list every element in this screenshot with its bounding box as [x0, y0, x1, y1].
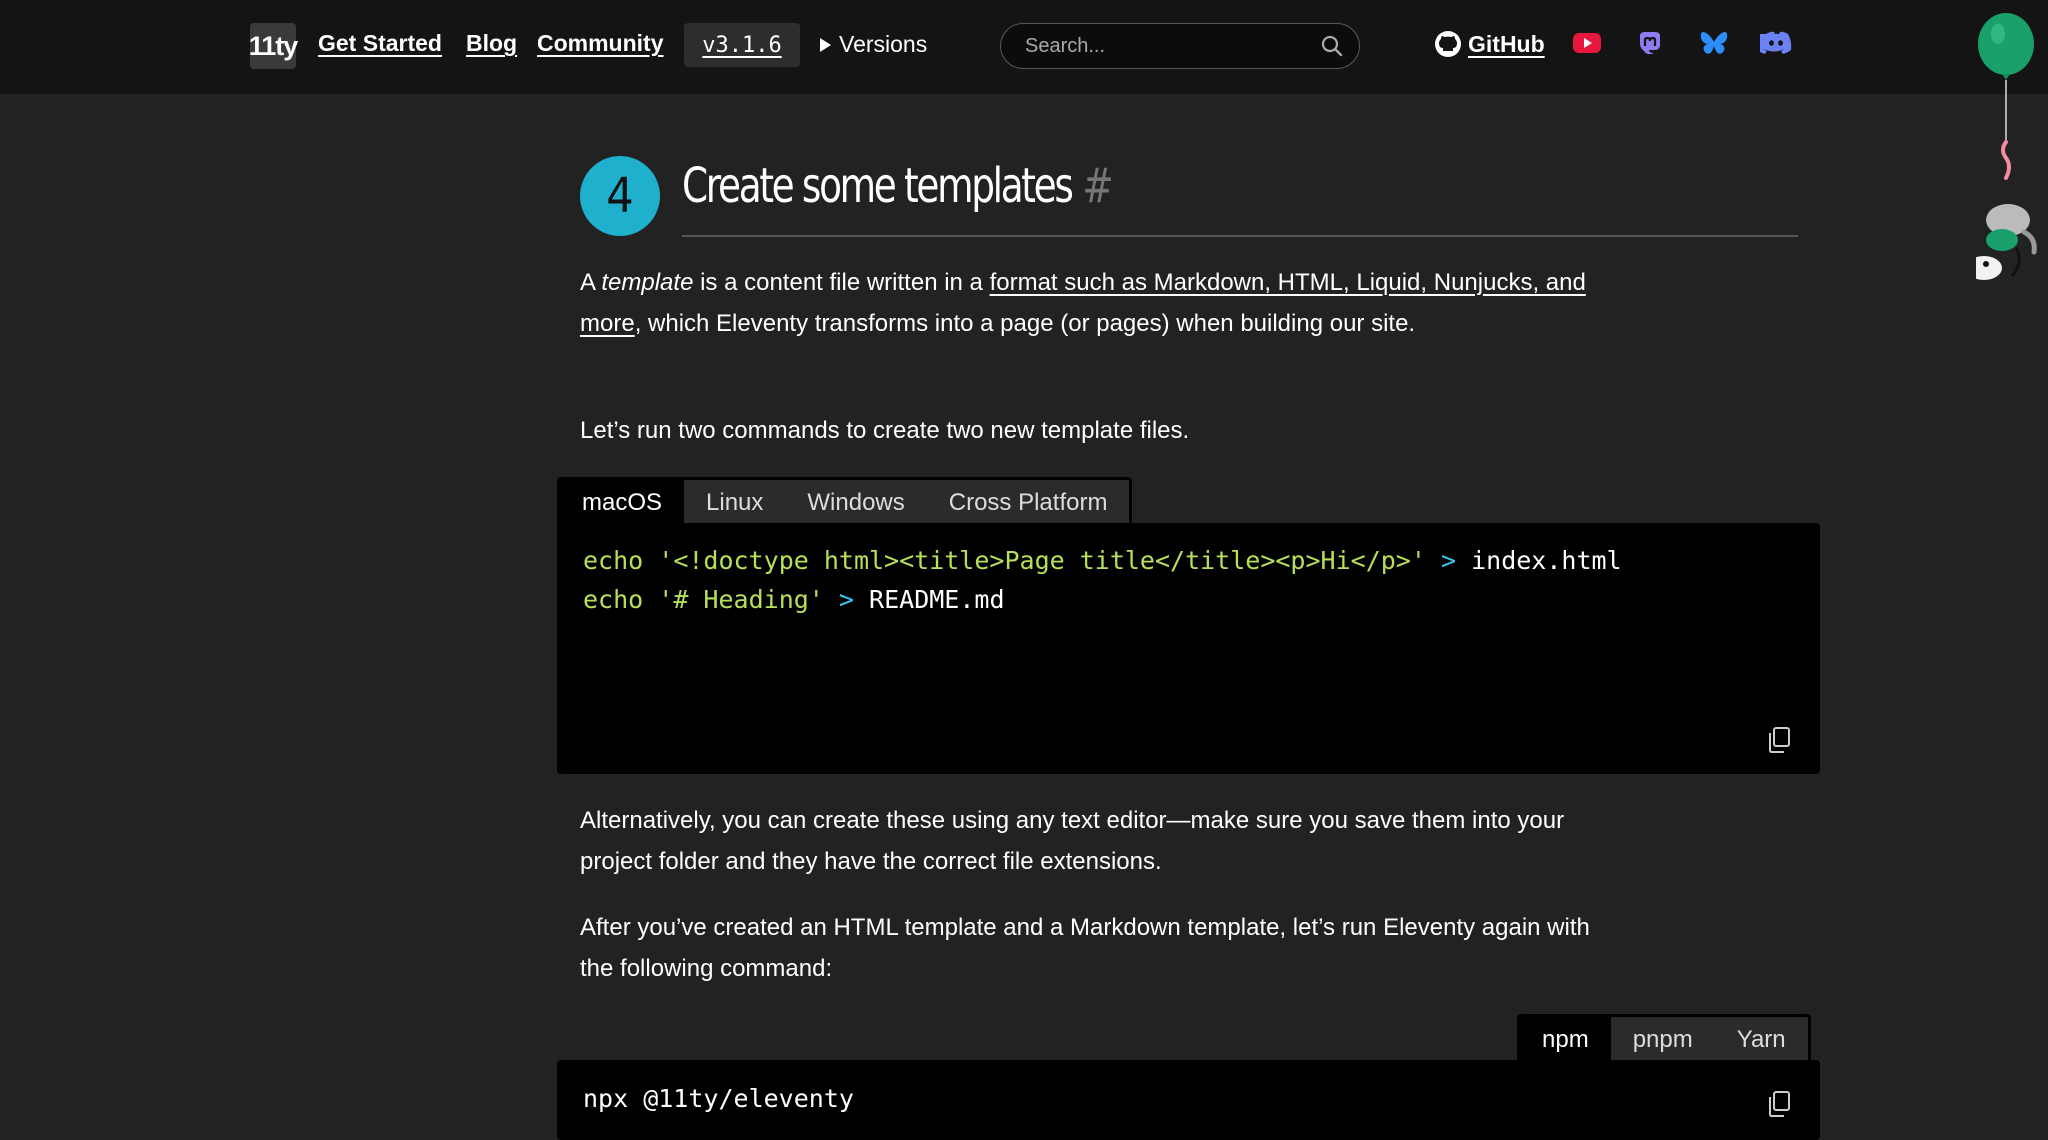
github-label: GitHub	[1468, 30, 1545, 57]
nav-get-started[interactable]: Get Started	[318, 30, 442, 57]
tab-npm[interactable]: npm	[1520, 1017, 1611, 1063]
copy-icon[interactable]	[1766, 726, 1792, 754]
code-operator: >	[1440, 546, 1457, 575]
tab-linux[interactable]: Linux	[684, 480, 785, 526]
step-number-badge: 4	[580, 156, 660, 236]
code-block-create-templates: echo '<!doctype html><title>Page title</…	[557, 523, 1820, 774]
code-operator: >	[838, 585, 854, 614]
bluesky-icon[interactable]	[1698, 30, 1730, 58]
tab-pnpm[interactable]: pnpm	[1611, 1017, 1715, 1063]
code-filename: index.html	[1471, 546, 1622, 575]
mastodon-icon[interactable]	[1636, 30, 1664, 58]
intro-text-c: , which Eleventy transforms into a page …	[634, 310, 1416, 337]
heading-anchor-link[interactable]: #	[1082, 158, 1113, 214]
code-line-1: echo '<!doctype html><title>Page title</…	[583, 546, 1622, 575]
alternative-paragraph: Alternatively, you can create these usin…	[580, 807, 1565, 875]
top-navigation-bar: 11ty Get Started Blog Community v3.1.6 V…	[0, 0, 2048, 94]
github-link[interactable]: GitHub	[1434, 30, 1545, 58]
tab-windows[interactable]: Windows	[785, 480, 926, 526]
search-box[interactable]	[1000, 23, 1360, 69]
versions-toggle[interactable]: Versions	[820, 31, 927, 58]
code-block-run-eleventy: npx @11ty/eleventy	[557, 1060, 1820, 1140]
tab-cross-platform[interactable]: Cross Platform	[927, 480, 1130, 526]
versions-label: Versions	[839, 31, 928, 57]
code-string: '# Heading'	[658, 585, 824, 614]
intro-text-b: is a content file written in a	[693, 269, 990, 296]
balloon-possum-mascot	[1976, 13, 2037, 280]
template-emphasis: template	[601, 269, 694, 296]
search-input[interactable]	[1023, 24, 1307, 69]
version-link[interactable]: v3.1.6	[684, 23, 800, 67]
section-heading-text: Create some templates	[682, 158, 1074, 214]
heading-underline	[682, 235, 1798, 237]
code-line-2: echo '# Heading' > README.md	[583, 585, 1005, 614]
intro-text-a: A	[580, 269, 602, 296]
disclosure-triangle-icon	[820, 37, 831, 52]
discord-icon[interactable]	[1760, 30, 1792, 56]
youtube-icon[interactable]	[1572, 30, 1602, 56]
os-tab-list: macOS Linux Windows Cross Platform	[557, 477, 1133, 526]
nav-blog[interactable]: Blog	[466, 30, 517, 57]
search-icon[interactable]	[1321, 35, 1343, 57]
code-command: echo	[583, 546, 644, 575]
tab-macos[interactable]: macOS	[560, 480, 685, 526]
code-line-1: npx @11ty/eleventy	[583, 1084, 854, 1113]
commands-paragraph: Let’s run two commands to create two new…	[580, 417, 1190, 444]
tab-yarn[interactable]: Yarn	[1715, 1017, 1808, 1063]
eleventy-logo[interactable]: 11ty	[249, 23, 298, 69]
code-filename: README.md	[869, 585, 1005, 614]
section-heading: Create some templates #	[682, 158, 1114, 214]
github-icon	[1435, 31, 1461, 57]
package-manager-tab-list: npm pnpm Yarn	[1517, 1014, 1811, 1063]
run-eleventy-paragraph: After you’ve created an HTML template an…	[580, 914, 1590, 982]
copy-icon[interactable]	[1766, 1090, 1792, 1118]
intro-paragraph: A template is a content file written in …	[580, 262, 1600, 344]
code-command: echo	[583, 585, 644, 614]
code-string: '<!doctype html><title>Page title</title…	[658, 546, 1426, 575]
nav-community[interactable]: Community	[537, 30, 664, 57]
